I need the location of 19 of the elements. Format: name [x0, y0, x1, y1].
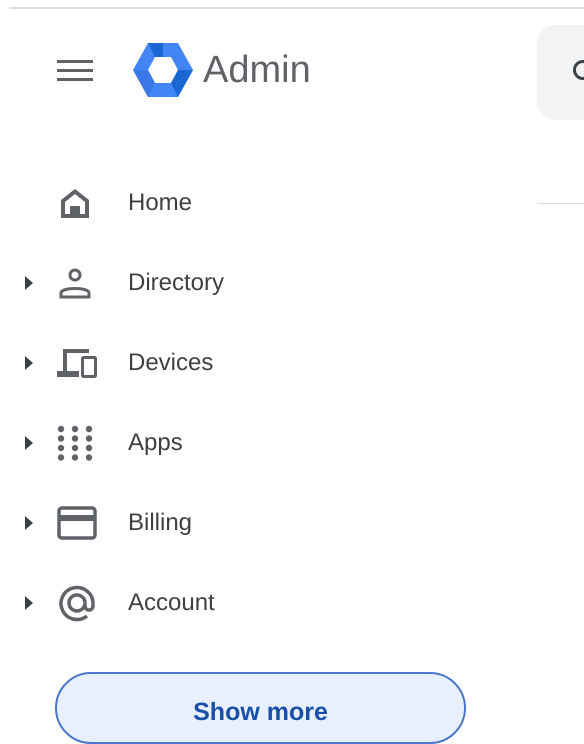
credit-card-icon [57, 506, 97, 540]
nav-item[interactable]: Apps [128, 425, 183, 461]
nav-item[interactable]: Home [128, 185, 192, 221]
expand-arrow-icon[interactable] [25, 356, 33, 370]
nav-item[interactable]: Billing [128, 505, 192, 541]
show-more-button[interactable]: Show more [55, 672, 466, 744]
expand-arrow-icon[interactable] [25, 596, 33, 610]
nav-item[interactable]: Account [128, 585, 215, 621]
search-field[interactable] [537, 25, 584, 120]
nav-item[interactable]: Devices [128, 345, 214, 381]
nav-item[interactable]: Directory [128, 265, 224, 301]
app-title: Admin [203, 50, 311, 88]
logo-icon [133, 42, 193, 96]
expand-arrow-icon[interactable] [25, 276, 33, 290]
expand-arrow-icon[interactable] [25, 516, 33, 530]
apps-grid-icon [57, 425, 93, 461]
expand-arrow-icon[interactable] [25, 436, 33, 450]
menu-icon [57, 58, 93, 82]
at-sign-icon [57, 583, 97, 623]
